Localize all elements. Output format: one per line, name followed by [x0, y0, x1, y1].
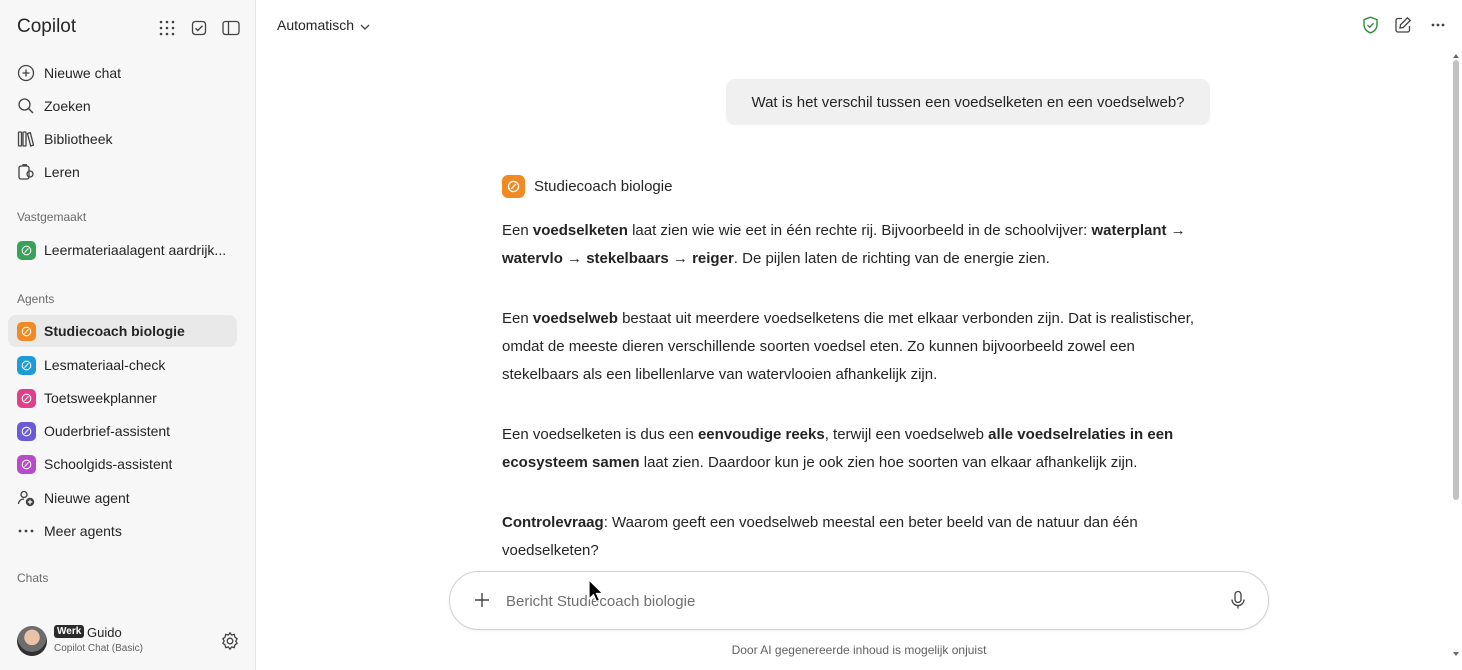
agent-item-ouderbrief-assistent[interactable]: Ouderbrief-assistent	[8, 415, 237, 447]
agent-icon	[16, 421, 36, 441]
gear-icon[interactable]	[220, 631, 240, 656]
bold-text: voedselketen	[532, 222, 628, 239]
text-segment: Een	[502, 222, 533, 239]
text-segment: . De pijlen laten de richting van de ene…	[733, 250, 1050, 267]
agent-icon	[16, 321, 36, 341]
text-segment: Een voedselketen is dus een	[502, 426, 698, 443]
agent-item-label: Ouderbrief-assistent	[44, 423, 171, 439]
more-icon	[8, 529, 44, 533]
chat-scrollbar[interactable]	[1451, 50, 1461, 670]
reply-paragraph: Controlevraag: Waarom geeft een voedselw…	[502, 509, 1208, 565]
agent-icon	[16, 240, 36, 260]
reply-paragraph: Een voedselweb bestaat uit meerdere voed…	[502, 305, 1208, 389]
new-agent-icon	[8, 489, 44, 507]
shield-check-icon[interactable]	[1359, 14, 1381, 36]
user-message: Wat is het verschil tussen een voedselke…	[726, 79, 1210, 125]
reply-paragraph: Een voedselketen laat zien wie wie eet i…	[502, 217, 1208, 273]
nav-label: Leren	[44, 164, 80, 180]
agent-item-toetsweekplanner[interactable]: Toetsweekplanner	[8, 382, 237, 414]
new-chat-compose-icon[interactable]	[1392, 14, 1414, 36]
bold-text: voedselweb	[532, 310, 618, 327]
agent-item-lesmateriaal-check[interactable]: Lesmateriaal-check	[8, 349, 237, 381]
mouse-cursor-icon	[588, 579, 604, 603]
more-options-icon[interactable]	[1427, 14, 1449, 36]
new-agent-button[interactable]: Nieuwe agent	[8, 482, 237, 514]
nav-search[interactable]: Zoeken	[8, 90, 237, 122]
pinned-section-label: Vastgemaakt	[17, 210, 87, 224]
text-segment: , terwijl een voedselweb	[824, 426, 989, 443]
user-profile[interactable]: Werk Guido Copilot Chat (Basic)	[0, 612, 256, 670]
message-composer	[449, 571, 1269, 630]
pinned-item[interactable]: Leermateriaalagent aardrijk...	[8, 234, 237, 266]
scroll-down-arrow-icon[interactable]	[1452, 650, 1460, 658]
add-attachment-icon[interactable]	[472, 590, 492, 615]
more-agents-label: Meer agents	[44, 523, 122, 539]
user-name: Guido	[87, 625, 122, 640]
agent-response-header: Studiecoach biologie	[502, 175, 672, 198]
work-badge: Werk	[54, 625, 85, 638]
ai-disclaimer: Door AI gegenereerde inhoud is mogelijk …	[731, 643, 987, 657]
text-segment: Een	[502, 310, 533, 327]
plus-circle-icon	[8, 64, 44, 82]
text-segment: laat zien. Daardoor kun je ook zien hoe …	[639, 454, 1138, 471]
agent-item-label: Schoolgids-assistent	[44, 456, 173, 472]
avatar	[17, 626, 47, 656]
topbar: Automatisch	[256, 0, 1462, 50]
library-icon	[8, 130, 44, 148]
agent-icon	[16, 388, 36, 408]
scroll-thumb[interactable]	[1453, 60, 1459, 500]
agent-item-label: Studiecoach biologie	[44, 323, 185, 339]
agent-item-schoolgids-assistent[interactable]: Schoolgids-assistent	[8, 448, 237, 480]
agent-name: Studiecoach biologie	[534, 178, 673, 195]
more-agents-button[interactable]: Meer agents	[8, 515, 237, 547]
app-logo: Copilot	[17, 16, 77, 37]
nav-library[interactable]: Bibliotheek	[8, 123, 237, 155]
agent-icon	[16, 454, 36, 474]
agent-item-label: Lesmateriaal-check	[44, 357, 166, 373]
agents-section-label: Agents	[17, 292, 55, 306]
nav-label: Nieuwe chat	[44, 65, 122, 81]
scroll-up-arrow-icon[interactable]	[1452, 52, 1460, 60]
nav-new-chat[interactable]: Nieuwe chat	[8, 57, 237, 89]
learn-icon	[8, 163, 44, 181]
text-segment: laat zien wie wie eet in één rechte rij.…	[627, 222, 1092, 239]
nav-label: Bibliotheek	[44, 131, 113, 147]
tasks-icon[interactable]	[188, 17, 210, 39]
reply-paragraph: Een voedselketen is dus een eenvoudige r…	[502, 421, 1208, 477]
pinned-item-label: Leermateriaalagent aardrijk...	[44, 242, 227, 258]
sidebar: Copilot Nieuwe chat Zoeken Bibliotheek L…	[0, 0, 256, 670]
model-selector[interactable]: Automatisch	[277, 17, 370, 33]
sidebar-header: Copilot	[0, 0, 256, 54]
message-input[interactable]	[506, 590, 1206, 612]
agent-icon	[16, 355, 36, 375]
microphone-icon[interactable]	[1229, 590, 1247, 615]
model-selector-label: Automatisch	[277, 17, 355, 33]
nav-learn[interactable]: Leren	[8, 156, 237, 188]
search-icon	[8, 97, 44, 115]
new-agent-label: Nieuwe agent	[44, 490, 130, 506]
agent-item-label: Toetsweekplanner	[44, 390, 157, 406]
agent-icon	[502, 175, 525, 198]
chats-section-label: Chats	[17, 571, 49, 585]
agent-reply: Een voedselketen laat zien wie wie eet i…	[502, 217, 1208, 597]
bold-text: eenvoudige reeks	[697, 426, 825, 443]
nav-label: Zoeken	[44, 98, 91, 114]
user-plan: Copilot Chat (Basic)	[54, 643, 143, 654]
agent-item-studiecoach-biologie[interactable]: Studiecoach biologie	[8, 315, 237, 347]
bold-text: Controlevraag	[502, 514, 604, 531]
chevron-down-icon	[360, 17, 370, 33]
apps-grid-icon[interactable]	[156, 17, 178, 39]
sidebar-toggle-icon[interactable]	[220, 17, 242, 39]
